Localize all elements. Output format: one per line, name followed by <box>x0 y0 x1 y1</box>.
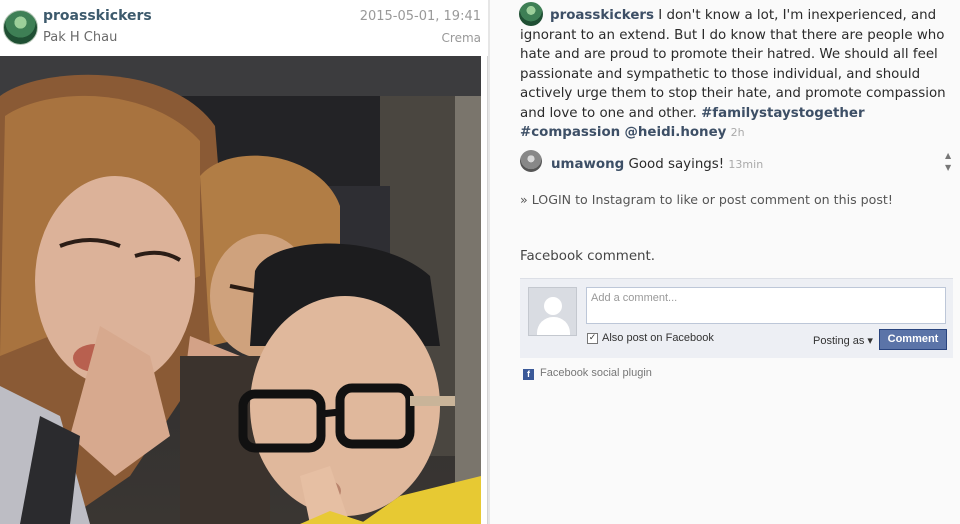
hashtag-compassion[interactable]: #compassion <box>520 125 620 140</box>
post-location[interactable]: Pak H Chau <box>43 30 117 45</box>
selfie-image <box>0 56 481 524</box>
facebook-comment-box: Add a comment... ✓ Also post on Facebook… <box>520 278 953 358</box>
comment-button[interactable]: Comment <box>879 329 947 350</box>
post-details-panel: proasskickers I don't know a lot, I'm in… <box>490 0 960 524</box>
facebook-social-plugin[interactable]: f Facebook social plugin <box>523 367 652 380</box>
also-post-label: Also post on Facebook <box>602 332 714 344</box>
post-photo[interactable] <box>0 56 481 524</box>
mention-heidi-honey[interactable]: @heidi.honey <box>624 125 726 140</box>
instagram-post: proasskickers Pak H Chau 2015-05-01, 19:… <box>0 0 488 524</box>
post-caption: proasskickers I don't know a lot, I'm in… <box>520 6 952 143</box>
comment-scroll-arrows[interactable]: ▲ ▼ <box>945 150 955 174</box>
caption-time: 2h <box>730 126 745 139</box>
comment-text: Good sayings! <box>624 157 729 172</box>
comment-item: umawong Good sayings! 13min <box>551 157 763 172</box>
facebook-plugin-label: Facebook social plugin <box>540 367 652 379</box>
user-avatar[interactable] <box>3 10 38 45</box>
hashtag-familystaystogether[interactable]: #familystaystogether <box>701 106 865 121</box>
default-avatar-icon <box>528 287 577 336</box>
also-post-checkbox[interactable]: ✓ <box>587 333 598 344</box>
comment-username[interactable]: umawong <box>551 157 624 172</box>
comment-time: 13min <box>728 158 764 171</box>
post-filter: Crema <box>441 31 481 45</box>
facebook-comment-input[interactable]: Add a comment... <box>586 287 946 324</box>
comment-avatar[interactable] <box>520 150 542 172</box>
post-username[interactable]: proasskickers <box>43 8 152 24</box>
post-header: proasskickers Pak H Chau 2015-05-01, 19:… <box>0 0 488 56</box>
login-prompt[interactable]: » LOGIN to Instagram to like or post com… <box>520 192 893 207</box>
facebook-icon: f <box>523 369 534 380</box>
posting-as-dropdown[interactable]: Posting as ▾ <box>813 334 873 347</box>
post-date: 2015-05-01, 19:41 <box>359 9 481 24</box>
facebook-comment-title: Facebook comment. <box>520 249 656 264</box>
caption-text: I don't know a lot, I'm inexperienced, a… <box>520 8 946 121</box>
caption-username[interactable]: proasskickers <box>550 8 654 23</box>
